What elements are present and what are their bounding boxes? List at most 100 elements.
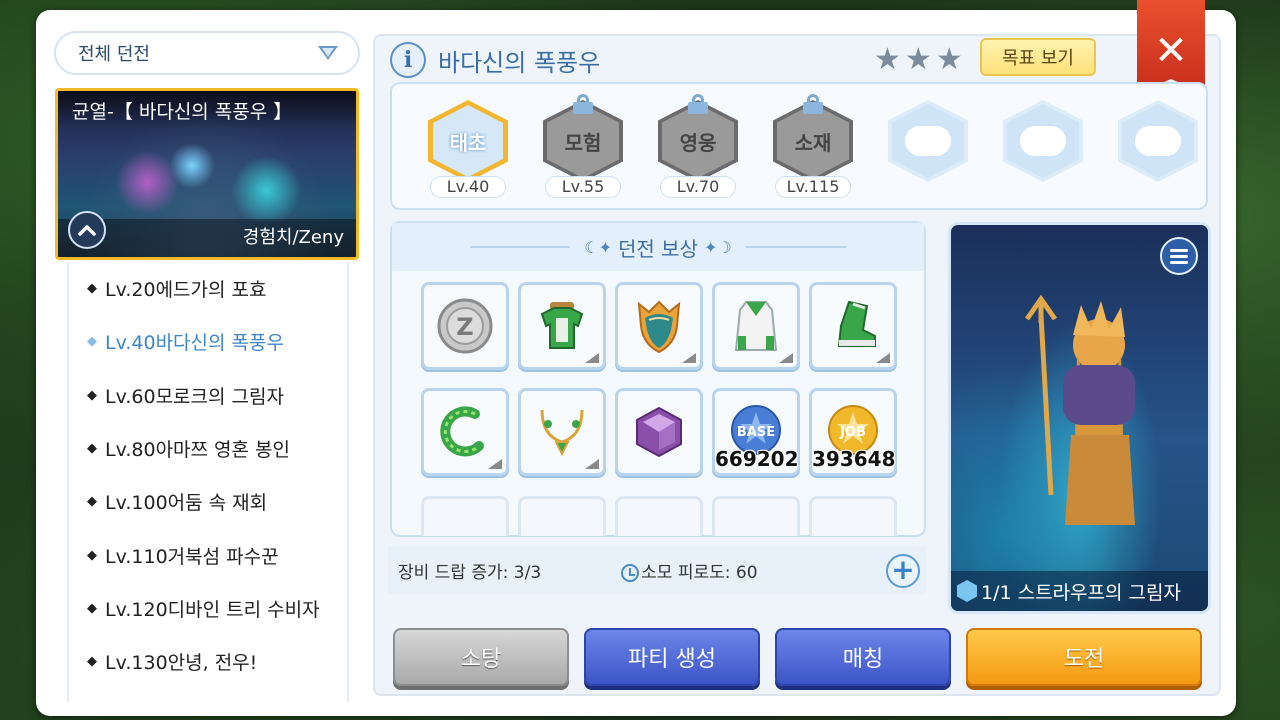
reward-type-label: 경험치/Zeny xyxy=(242,227,344,248)
svg-text:BASE: BASE xyxy=(737,425,775,440)
dungeon-card-title: 균열-【 바다신의 폭풍우 】 xyxy=(58,91,356,127)
lock-icon xyxy=(688,94,708,114)
svg-text:Z: Z xyxy=(456,313,473,341)
equip-drop-text: 장비 드랍 증가: 3/3 xyxy=(398,562,542,583)
reward-slot-empty xyxy=(518,496,606,536)
star-icon: ★ xyxy=(935,42,963,77)
diamond-bullet-icon: ◆ xyxy=(87,281,97,297)
reward-slot-empty xyxy=(421,496,509,536)
difficulty-stars: ★ ★ ★ xyxy=(874,45,963,75)
dungeon-list-item[interactable]: ◆ Lv.60모로크의 그림자 xyxy=(69,369,347,422)
triangle-down-icon xyxy=(318,46,338,60)
reward-slot[interactable] xyxy=(518,282,606,370)
star-icon: ★ xyxy=(874,42,901,77)
reward-slot[interactable] xyxy=(615,282,703,370)
reward-count: 669202 xyxy=(715,447,799,471)
diamond-bullet-icon: ◆ xyxy=(87,547,97,563)
reward-slot-empty xyxy=(615,496,703,536)
dungeon-list-item[interactable]: ◆ Lv.120디바인 트리 수비자 xyxy=(69,582,347,635)
info-icon[interactable]: i xyxy=(390,42,426,78)
reward-header: ☾✦ 던전 보상 ✦☽ xyxy=(392,223,924,271)
difficulty-level: Lv.55 xyxy=(545,176,621,198)
difficulty-option-locked[interactable]: 모험 Lv.55 xyxy=(543,94,623,200)
challenge-button[interactable]: 도전 xyxy=(966,628,1202,686)
stamina-text: 소모 피로도: 60 xyxy=(641,562,758,583)
reward-slot[interactable] xyxy=(712,282,800,370)
collapse-button[interactable] xyxy=(68,211,106,249)
reward-slot[interactable]: BASE 669202 xyxy=(712,388,800,476)
close-icon: ✕ xyxy=(1154,28,1188,74)
difficulty-name: 소재 xyxy=(777,104,849,178)
reward-slot-empty xyxy=(809,496,897,536)
difficulty-level: Lv.115 xyxy=(775,176,851,198)
sweep-button[interactable]: 소탕 xyxy=(393,628,569,686)
poring-placeholder-icon xyxy=(905,126,951,156)
dungeon-list-item[interactable]: ◆ Lv.20에드가의 포효 xyxy=(69,262,347,315)
dungeon-info-bar: 장비 드랍 증가: 3/3 소모 피로도: 60 xyxy=(388,546,926,594)
difficulty-level: Lv.40 xyxy=(430,176,506,198)
dungeon-list-item[interactable]: ◆ Lv.110거북섬 파수꾼 xyxy=(69,528,347,581)
dungeon-list-label: Lv.60모로크의 그림자 xyxy=(105,385,284,408)
white-cloak-icon xyxy=(734,301,778,351)
selected-dungeon-card[interactable]: 균열-【 바다신의 폭풍우 】 경험치/Zeny xyxy=(55,88,359,260)
gold-necklace-icon xyxy=(540,409,584,457)
poring-placeholder-icon xyxy=(1135,126,1181,156)
boss-info-button[interactable] xyxy=(1160,237,1198,275)
difficulty-option-locked[interactable]: 영웅 Lv.70 xyxy=(658,94,738,200)
difficulty-name: 영웅 xyxy=(662,104,734,178)
difficulty-level: Lv.70 xyxy=(660,176,736,198)
reward-header-label: 던전 보상 xyxy=(618,236,698,261)
list-icon-line xyxy=(1170,248,1188,252)
lock-icon xyxy=(573,94,593,114)
ornament-icon: ✦☽ xyxy=(703,237,732,257)
purple-gem-icon xyxy=(636,406,682,458)
stamina-cost: 소모 피로도: 60 xyxy=(621,558,758,583)
difficulty-hex xyxy=(1003,100,1083,182)
reward-count: 393648 xyxy=(812,447,896,471)
create-party-button[interactable]: 파티 생성 xyxy=(584,628,760,686)
reward-slot[interactable] xyxy=(421,388,509,476)
difficulty-hex: 태초 xyxy=(428,100,508,182)
zeny-coin-icon: Z xyxy=(437,298,493,354)
dungeon-list-item[interactable]: ◆ Lv.100어둠 속 재회 xyxy=(69,475,347,528)
reward-slot[interactable] xyxy=(615,388,703,476)
diamond-bullet-icon: ◆ xyxy=(87,387,97,403)
feather-shield-icon xyxy=(637,300,681,354)
view-goals-button[interactable]: 목표 보기 xyxy=(980,38,1096,76)
matching-button[interactable]: 매칭 xyxy=(775,628,951,686)
reward-slot[interactable]: JOB 393648 xyxy=(809,388,897,476)
dropdown-selected-label: 전체 던전 xyxy=(78,44,150,65)
dungeon-list-label: Lv.130안녕, 전우! xyxy=(105,652,258,675)
poring-placeholder-icon xyxy=(1020,126,1066,156)
list-icon-line xyxy=(1170,260,1188,264)
lock-icon xyxy=(803,94,823,114)
reward-slot[interactable] xyxy=(809,282,897,370)
difficulty-option-selected[interactable]: 태초 Lv.40 xyxy=(428,100,508,200)
dungeon-list-label: Lv.40바다신의 폭풍우 xyxy=(105,332,284,355)
diamond-bullet-icon: ◆ xyxy=(87,334,97,350)
diamond-bullet-icon: ◆ xyxy=(87,494,97,510)
difficulty-option-locked[interactable]: 소재 Lv.115 xyxy=(773,94,853,200)
dungeon-list-item[interactable]: ◆ Lv.80아마쯔 영혼 봉인 xyxy=(69,422,347,475)
difficulty-hex xyxy=(888,100,968,182)
difficulty-slot-empty xyxy=(888,100,968,200)
dungeon-list-item-active[interactable]: ◆ Lv.40바다신의 폭풍우 xyxy=(69,315,347,368)
boss-label: 1/1 스트라우프의 그림자 xyxy=(951,571,1208,611)
dungeon-list-label: Lv.120디바인 트리 수비자 xyxy=(105,598,320,621)
list-icon-line xyxy=(1170,254,1188,258)
ornament-icon: ☾✦ xyxy=(584,237,613,257)
difficulty-name: 모험 xyxy=(547,104,619,178)
dungeon-list-label: Lv.80아마쯔 영혼 봉인 xyxy=(105,439,291,462)
diamond-bullet-icon: ◆ xyxy=(87,654,97,670)
add-stamina-button[interactable]: + xyxy=(886,554,920,588)
green-boots-icon xyxy=(837,300,876,347)
svg-text:JOB: JOB xyxy=(839,425,866,440)
dungeon-filter-dropdown[interactable]: 전체 던전 xyxy=(54,31,360,75)
dungeon-list: ◆ Lv.20에드가의 포효 ◆ Lv.40바다신의 폭풍우 ◆ Lv.60모로크의 … xyxy=(67,262,349,702)
boss-preview-panel: 1/1 스트라우프의 그림자 xyxy=(948,222,1211,614)
reward-slot[interactable]: Z xyxy=(421,282,509,370)
green-ring-icon xyxy=(440,406,484,457)
boss-illustration xyxy=(1024,295,1135,525)
dungeon-list-item[interactable]: ◆ Lv.130안녕, 전우! xyxy=(69,635,347,688)
reward-slot[interactable] xyxy=(518,388,606,476)
